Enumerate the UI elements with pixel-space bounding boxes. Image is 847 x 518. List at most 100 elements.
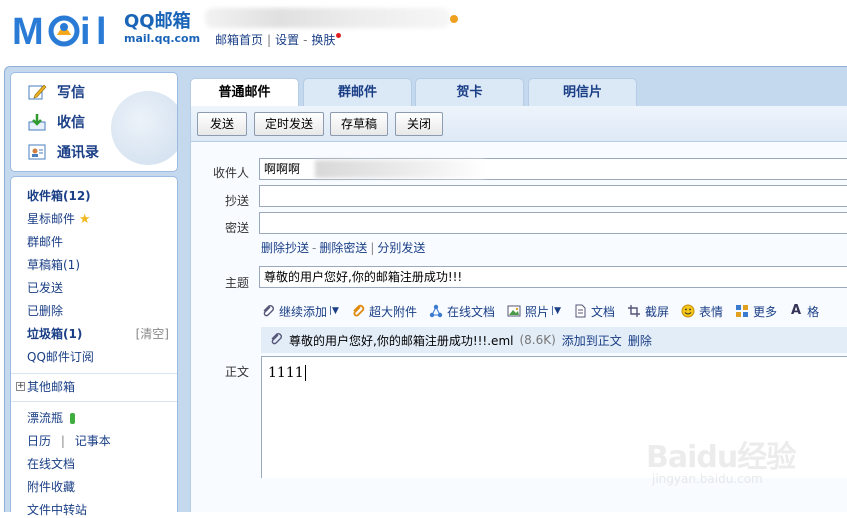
document-button[interactable]: 文档 bbox=[573, 303, 615, 320]
baidu-jingyan-watermark: Baidu经验 jingyan.baidu.com bbox=[646, 432, 806, 496]
to-field[interactable]: 啊啊啊 bbox=[259, 158, 847, 180]
delete-attachment-link[interactable]: 删除 bbox=[628, 332, 652, 349]
sidebar-item-attachments[interactable]: 附件收藏 bbox=[27, 478, 75, 495]
online-doc-button[interactable]: 在线文档 bbox=[429, 303, 495, 320]
remove-bcc-link[interactable]: 删除密送 bbox=[319, 241, 367, 255]
screenshot-icon bbox=[627, 304, 641, 318]
watermark-main: Baidu经验 bbox=[646, 440, 796, 475]
photo-icon bbox=[507, 304, 521, 318]
screenshot-button[interactable]: 截屏 bbox=[627, 303, 669, 320]
sidebar-item-deleted[interactable]: 已删除 bbox=[27, 302, 63, 319]
photo-label: 照片 bbox=[525, 304, 550, 319]
send-button[interactable]: 发送 bbox=[197, 112, 247, 136]
sidebar-item-spam[interactable]: 垃圾箱(1) bbox=[27, 325, 82, 342]
qq-penguin-decoration bbox=[111, 91, 177, 165]
sidebar-item-label: 星标邮件 bbox=[27, 212, 76, 226]
expand-plus-icon[interactable]: + bbox=[16, 382, 25, 391]
save-draft-button[interactable]: 存草稿 bbox=[330, 112, 388, 136]
notes-link[interactable]: 记事本 bbox=[75, 434, 111, 448]
attachment-size: (8.6K) bbox=[519, 333, 556, 347]
svg-text:M: M bbox=[12, 11, 44, 50]
attachment-toolbar: 继续添加 |▼ 超大附件 在线文档 照片 |▼ 文档 截屏 表情 更多 A 格 bbox=[261, 300, 831, 322]
scheduled-send-button[interactable]: 定时发送 bbox=[254, 112, 324, 136]
new-dot-icon bbox=[336, 33, 342, 38]
separator: - bbox=[312, 241, 317, 255]
more-button[interactable]: 更多 bbox=[735, 303, 777, 320]
grid-icon bbox=[735, 304, 749, 318]
paperclip-icon bbox=[261, 304, 275, 318]
sidebar-item-subscription[interactable]: QQ邮件订阅 bbox=[27, 348, 94, 365]
tab-normal-mail[interactable]: 普通邮件 bbox=[190, 78, 299, 108]
add-to-body-link[interactable]: 添加到正文 bbox=[562, 332, 622, 349]
account-name-blurred bbox=[205, 8, 450, 28]
tab-greeting-card[interactable]: 贺卡 bbox=[415, 78, 524, 106]
subject-field[interactable]: 尊敬的用户您好,你的邮箱注册成功!!! bbox=[259, 266, 847, 288]
sidebar-item-sent[interactable]: 已发送 bbox=[27, 279, 63, 296]
divider bbox=[11, 401, 177, 402]
sidebar-item-online-docs[interactable]: 在线文档 bbox=[27, 455, 75, 472]
svg-text:i: i bbox=[80, 11, 91, 50]
contacts-icon bbox=[27, 143, 47, 161]
sidebar-item-group[interactable]: 群邮件 bbox=[27, 233, 63, 250]
change-skin-link[interactable]: 换肤 bbox=[311, 33, 335, 47]
large-attachment-button[interactable]: 超大附件 bbox=[351, 303, 417, 320]
emoji-label: 表情 bbox=[699, 304, 724, 319]
attachment-item: 尊敬的用户您好,你的邮箱注册成功!!!.eml (8.6K) 添加到正文 删除 bbox=[261, 327, 847, 353]
tab-postcard[interactable]: 明信片 bbox=[528, 78, 637, 106]
sidebar-item-starred[interactable]: 星标邮件 ★ bbox=[27, 210, 91, 227]
sidebar-item-inbox[interactable]: 收件箱(12) bbox=[27, 187, 91, 204]
recipient-chip[interactable]: 啊啊啊 bbox=[264, 162, 300, 176]
format-button[interactable]: A 格 bbox=[789, 303, 819, 320]
document-icon bbox=[573, 304, 587, 318]
sidebar-item-other-mailbox[interactable]: 其他邮箱 bbox=[27, 378, 75, 395]
body-label: 正文 bbox=[224, 365, 249, 379]
account-status-icon bbox=[450, 15, 458, 23]
compose-button[interactable]: 写信 bbox=[27, 81, 85, 103]
sidebar-item-drift-bottle[interactable]: 漂流瓶 bbox=[27, 409, 75, 426]
add-attachment-button[interactable]: 继续添加 |▼ bbox=[261, 303, 339, 320]
separator: | bbox=[370, 241, 375, 255]
attachment-filename: 尊敬的用户您好,你的邮箱注册成功!!!.eml bbox=[289, 333, 514, 348]
screenshot-label: 截屏 bbox=[645, 304, 670, 319]
tab-group-mail[interactable]: 群邮件 bbox=[303, 78, 412, 106]
add-attachment-label: 继续添加 bbox=[279, 304, 328, 319]
separator: | bbox=[267, 33, 272, 47]
separate-send-link[interactable]: 分别发送 bbox=[377, 241, 425, 255]
sidebar-item-drafts[interactable]: 草稿箱(1) bbox=[27, 256, 80, 273]
cc-label: 抄送 bbox=[224, 194, 249, 208]
smiley-icon bbox=[681, 304, 695, 318]
calendar-link[interactable]: 日历 bbox=[27, 434, 51, 448]
divider bbox=[11, 373, 177, 374]
compose-label: 写信 bbox=[57, 85, 85, 101]
receive-button[interactable]: 收信 bbox=[27, 111, 85, 133]
top-links: 邮箱首页 | 设置 - 换肤 bbox=[215, 31, 342, 48]
cc-field[interactable] bbox=[259, 185, 847, 207]
field-options: 删除抄送 - 删除密送 | 分别发送 bbox=[261, 239, 425, 256]
inbox-download-icon bbox=[27, 113, 47, 131]
bcc-label: 密送 bbox=[224, 221, 249, 235]
logo-domain: mail.qq.com bbox=[124, 32, 201, 45]
emoji-button[interactable]: 表情 bbox=[681, 303, 723, 320]
receive-label: 收信 bbox=[57, 115, 85, 131]
photo-button[interactable]: 照片 |▼ bbox=[507, 303, 561, 320]
bottle-icon bbox=[69, 413, 75, 424]
logo-text: QQ邮箱 mail.qq.com bbox=[124, 12, 200, 46]
remove-cc-link[interactable]: 删除抄送 bbox=[261, 241, 309, 255]
chevron-down-icon[interactable]: |▼ bbox=[551, 306, 561, 316]
sidebar-item-file-transfer[interactable]: 文件中转站 bbox=[27, 501, 87, 518]
close-button[interactable]: 关闭 bbox=[395, 112, 443, 136]
clear-spam-link[interactable]: [清空] bbox=[136, 325, 169, 342]
chevron-down-icon[interactable]: |▼ bbox=[329, 306, 339, 316]
document-label: 文档 bbox=[591, 304, 616, 319]
pencil-icon bbox=[27, 83, 47, 101]
more-label: 更多 bbox=[753, 304, 778, 319]
contacts-button[interactable]: 通讯录 bbox=[27, 141, 99, 163]
settings-link[interactable]: 设置 bbox=[275, 33, 299, 47]
subject-label: 主题 bbox=[224, 276, 249, 290]
text-caret bbox=[304, 365, 306, 381]
mailbox-home-link[interactable]: 邮箱首页 bbox=[215, 33, 263, 47]
bcc-field[interactable] bbox=[259, 212, 847, 234]
format-label: 格 bbox=[807, 304, 820, 319]
qq-mail-logo[interactable]: M i l bbox=[12, 10, 122, 50]
compose-toolbar: 发送 定时发送 存草稿 关闭 bbox=[191, 106, 847, 142]
